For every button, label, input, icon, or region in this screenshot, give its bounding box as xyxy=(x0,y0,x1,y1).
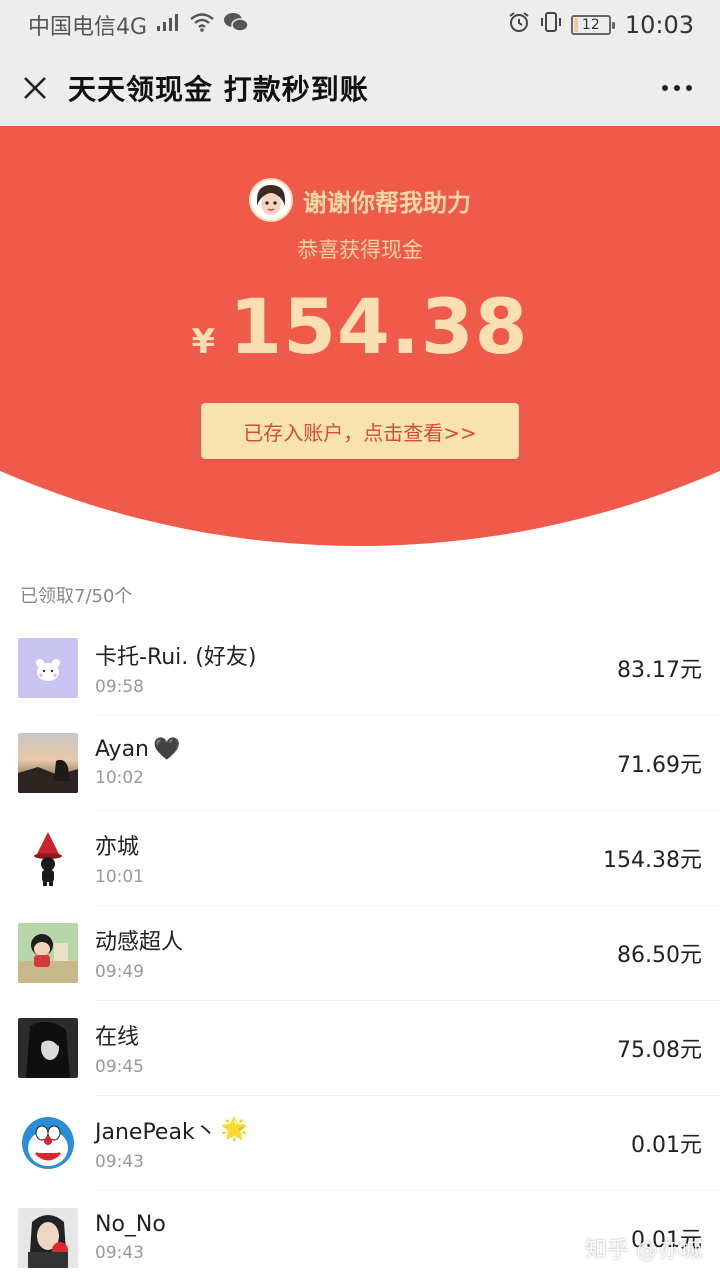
avatar xyxy=(18,732,78,793)
item-time: 09:49 xyxy=(95,961,144,982)
item-amount: 71.69元 xyxy=(617,752,702,778)
helper-text: 谢谢你帮我助力 xyxy=(303,188,471,217)
amount-value: 154.38 xyxy=(229,282,529,371)
item-name-text: 动感超人 xyxy=(95,929,184,955)
item-info: JanePeak丶 🌟 09:43 xyxy=(95,1114,248,1172)
nav-bar: 天天领现金 打款秒到账 xyxy=(0,50,720,126)
helper-row: 谢谢你帮我助力 xyxy=(249,178,471,222)
item-time: 09:43 xyxy=(95,1243,144,1263)
congrats-text: 恭喜获得现金 xyxy=(297,238,423,262)
more-dot-icon xyxy=(674,85,680,91)
helper-avatar xyxy=(249,178,293,222)
avatar xyxy=(18,1017,78,1078)
more-dot-icon xyxy=(686,85,692,91)
star-emoji: 🌟 xyxy=(220,1117,249,1142)
avatar xyxy=(18,922,78,983)
claim-list: 卡托-Rui. (好友) 09:58 83.17元 Ayan 🖤 10:02 7… xyxy=(0,620,720,1280)
item-info: 在线 09:45 xyxy=(95,1019,144,1077)
list-item[interactable]: 卡托-Rui. (好友) 09:58 83.17元 xyxy=(0,620,720,715)
claimed-count: 已领取7/50个 xyxy=(20,586,133,607)
item-info: 亦城 10:01 xyxy=(95,829,144,887)
watermark: 知乎 @亦城 xyxy=(585,1238,702,1263)
item-name: 动感超人 xyxy=(95,924,183,956)
item-amount: 154.38元 xyxy=(603,847,702,873)
item-name: JanePeak丶 🌟 xyxy=(95,1114,248,1146)
status-right: 12 10:03 xyxy=(507,10,694,40)
carrier-label: 中国电信4G xyxy=(28,15,148,40)
status-time: 10:03 xyxy=(624,11,694,39)
more-dot-icon xyxy=(662,85,668,91)
page: 中国电信4G 12 10:03 天天领现金 打款秒到账 谢谢你帮我助力 恭喜获得… xyxy=(0,0,720,1280)
item-name: No_No xyxy=(95,1212,166,1237)
item-info: Ayan 🖤 10:02 xyxy=(95,737,180,788)
close-icon xyxy=(24,77,46,99)
list-item[interactable]: Ayan 🖤 10:02 71.69元 xyxy=(0,715,720,810)
list-item[interactable]: 亦城 10:01 154.38元 xyxy=(0,810,720,905)
more-options-button[interactable] xyxy=(654,75,700,101)
item-time: 10:02 xyxy=(95,768,144,788)
item-info: 卡托-Rui. (好友) 09:58 xyxy=(95,639,256,697)
battery-icon: 12 xyxy=(570,15,615,35)
avatar xyxy=(18,637,78,698)
item-name-text: JanePeak丶 xyxy=(95,1119,217,1145)
status-left: 中国电信4G xyxy=(28,9,249,41)
header-content: 谢谢你帮我助力 恭喜获得现金 ¥ 154.38 已存入账户，点击查看>> xyxy=(0,126,720,546)
status-bar: 中国电信4G 12 10:03 xyxy=(0,0,720,50)
view-account-button[interactable]: 已存入账户，点击查看>> xyxy=(201,403,519,459)
item-amount: 83.17元 xyxy=(617,657,702,683)
currency-symbol: ¥ xyxy=(191,322,216,362)
item-name-text: 卡托-Rui. (好友) xyxy=(95,644,257,670)
item-name: 在线 xyxy=(95,1019,144,1051)
item-name-text: No_No xyxy=(95,1212,166,1237)
black-heart-emoji: 🖤 xyxy=(153,737,181,762)
signal-icon xyxy=(155,12,181,38)
avatar xyxy=(18,827,78,888)
wechat-icon xyxy=(223,11,249,39)
item-amount: 86.50元 xyxy=(617,942,702,968)
wifi-icon xyxy=(189,12,215,38)
item-time: 10:01 xyxy=(95,866,144,887)
item-info: No_No 09:43 xyxy=(95,1212,166,1263)
vibrate-icon xyxy=(539,10,563,40)
avatar xyxy=(18,1207,78,1268)
item-name: Ayan 🖤 xyxy=(95,737,180,762)
avatar xyxy=(18,1112,78,1173)
page-title: 天天领现金 打款秒到账 xyxy=(68,73,369,106)
alarm-icon xyxy=(507,10,531,40)
item-info: 动感超人 09:49 xyxy=(95,924,183,982)
item-amount: 0.01元 xyxy=(631,1132,702,1158)
item-time: 09:45 xyxy=(95,1056,144,1077)
reward-header: 谢谢你帮我助力 恭喜获得现金 ¥ 154.38 已存入账户，点击查看>> xyxy=(0,126,720,546)
item-name: 亦城 xyxy=(95,829,144,861)
item-name: 卡托-Rui. (好友) xyxy=(95,639,256,671)
list-item[interactable]: 动感超人 09:49 86.50元 xyxy=(0,905,720,1000)
cash-amount: ¥ 154.38 xyxy=(192,282,529,371)
item-name-text: 在线 xyxy=(95,1024,140,1050)
battery-level: 12 xyxy=(581,17,600,33)
item-time: 09:43 xyxy=(95,1151,144,1172)
list-item[interactable]: 在线 09:45 75.08元 xyxy=(0,1000,720,1095)
item-name-text: Ayan xyxy=(95,737,150,762)
item-name-text: 亦城 xyxy=(95,834,140,860)
item-amount: 75.08元 xyxy=(617,1037,702,1063)
item-time: 09:58 xyxy=(95,676,144,697)
list-item[interactable]: JanePeak丶 🌟 09:43 0.01元 xyxy=(0,1095,720,1190)
close-button[interactable] xyxy=(20,73,50,103)
